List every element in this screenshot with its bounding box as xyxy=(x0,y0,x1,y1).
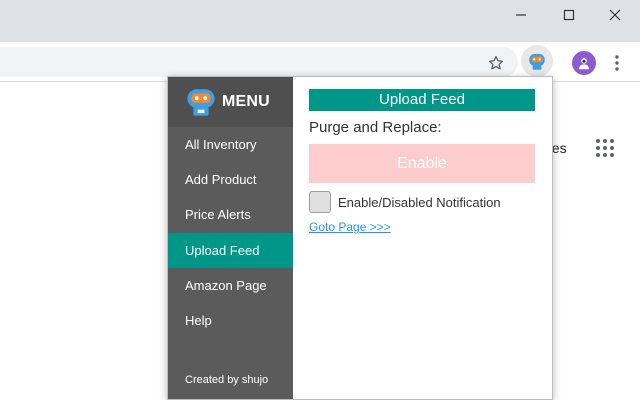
menu-title: MENU xyxy=(222,93,270,110)
nav-item-all-inventory[interactable]: All Inventory xyxy=(168,127,293,162)
star-icon xyxy=(488,55,504,70)
goto-page-link[interactable]: Goto Page >>> xyxy=(309,220,391,234)
apps-grid-icon[interactable] xyxy=(596,139,614,157)
kebab-menu-icon xyxy=(615,55,619,71)
maximize-button[interactable] xyxy=(546,0,592,30)
credit-text: Created by shujo xyxy=(185,374,269,386)
profile-avatar-icon xyxy=(579,58,589,70)
browser-menu-button[interactable] xyxy=(607,52,627,74)
close-window-button[interactable] xyxy=(592,0,638,30)
nav-item-upload-feed[interactable]: Upload Feed xyxy=(168,233,293,268)
browser-titlebar xyxy=(0,0,640,42)
minimize-icon xyxy=(516,14,526,16)
nav-item-amazon-page[interactable]: Amazon Page xyxy=(168,268,293,303)
maximize-icon xyxy=(563,9,575,21)
extension-robot-icon xyxy=(529,53,545,70)
notification-checkbox[interactable] xyxy=(309,191,331,213)
extension-popup: MENU All Inventory Add Product Price Ale… xyxy=(167,76,553,400)
close-icon xyxy=(609,9,621,21)
robot-logo-icon xyxy=(187,89,215,116)
popup-content: Upload Feed Purge and Replace: Enable En… xyxy=(293,77,552,399)
popup-sidebar: MENU All Inventory Add Product Price Ale… xyxy=(168,77,293,399)
purge-replace-label: Purge and Replace: xyxy=(309,119,442,136)
extension-button[interactable] xyxy=(521,45,553,77)
minimize-button[interactable] xyxy=(498,0,544,30)
nav-item-help[interactable]: Help xyxy=(168,303,293,338)
nav-item-add-product[interactable]: Add Product xyxy=(168,162,293,197)
section-title: Upload Feed xyxy=(309,89,535,111)
notification-toggle-row: Enable/Disabled Notification xyxy=(309,191,501,213)
bookmark-star-button[interactable] xyxy=(485,52,507,74)
enable-button[interactable]: Enable xyxy=(309,144,535,183)
sidebar-header: MENU xyxy=(168,77,293,127)
notification-label: Enable/Disabled Notification xyxy=(338,194,501,210)
nav-item-price-alerts[interactable]: Price Alerts xyxy=(168,197,293,232)
address-bar[interactable] xyxy=(0,47,518,77)
profile-avatar[interactable] xyxy=(572,51,596,75)
